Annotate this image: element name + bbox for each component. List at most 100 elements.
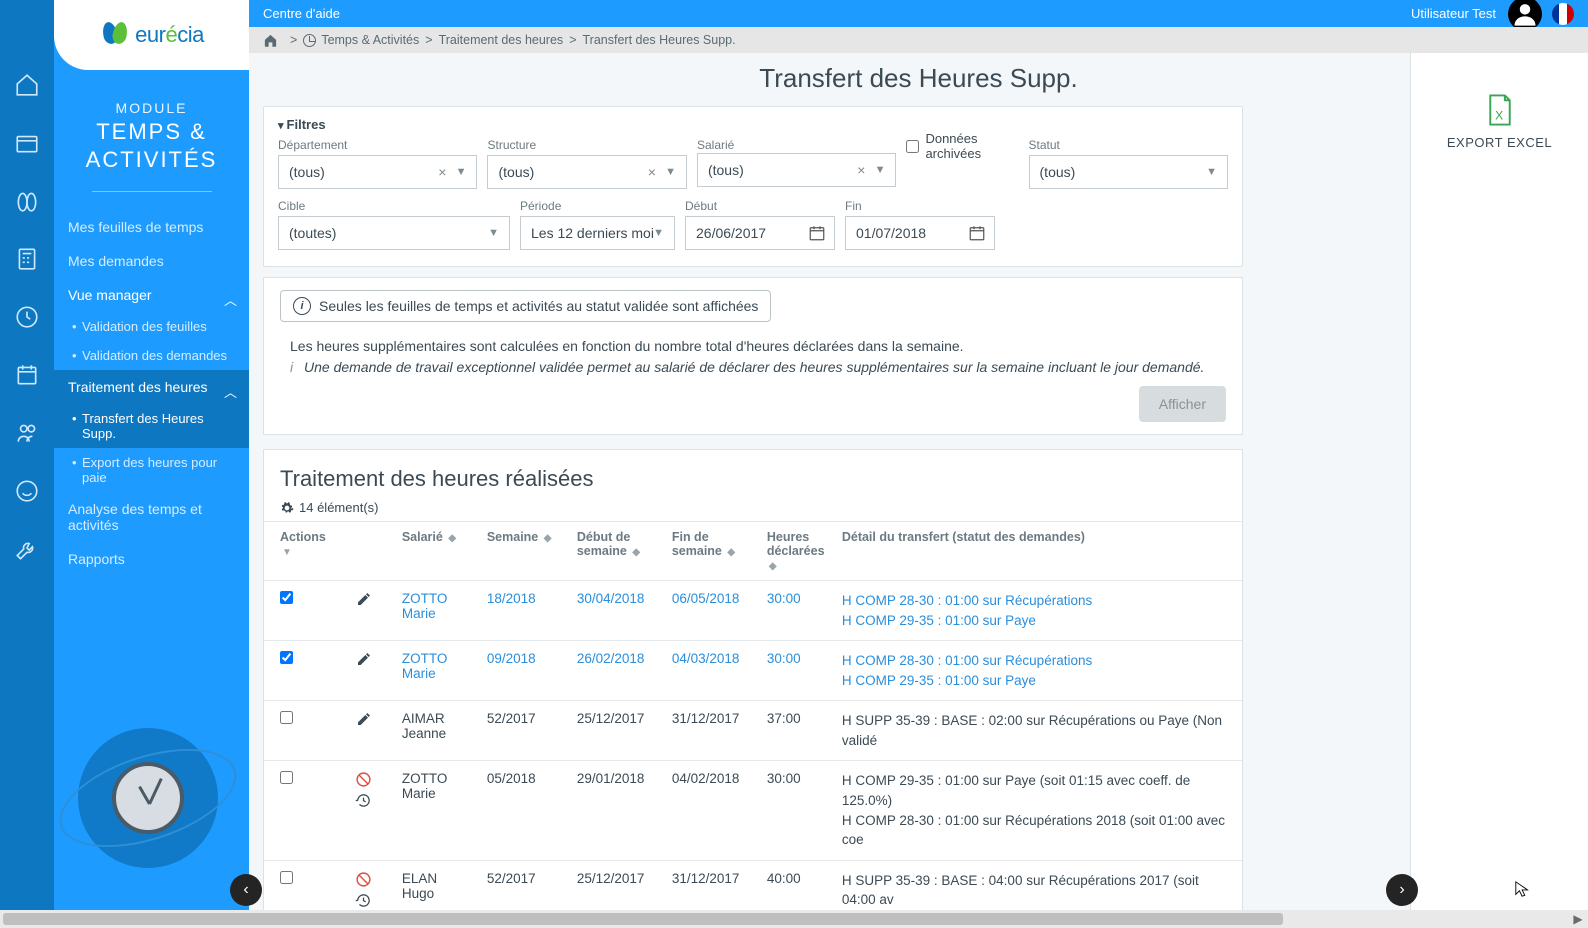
sidebar-item-feuilles[interactable]: Mes feuilles de temps <box>54 210 249 244</box>
calendar-icon[interactable] <box>808 224 826 242</box>
excel-icon[interactable]: X <box>1485 93 1515 127</box>
cell-semaine: 52/2017 <box>479 701 569 761</box>
sidebar-item-analyse[interactable]: Analyse des temps et activités <box>54 492 249 542</box>
sidebar-sub-valid-demandes[interactable]: Validation des demandes <box>54 341 249 370</box>
edit-icon[interactable] <box>356 651 372 667</box>
row-checkbox[interactable] <box>280 871 293 884</box>
cell-salarie[interactable]: ZOTTOMarie <box>394 641 479 701</box>
cell-detail: H SUPP 35-39 : BASE : 02:00 sur Récupéra… <box>834 701 1242 761</box>
cell-heures[interactable]: 30:00 <box>759 641 834 701</box>
select-cible[interactable]: (toutes)▼ <box>278 216 510 250</box>
chevron-down-icon[interactable]: ▼ <box>456 166 467 178</box>
cell-semaine[interactable]: 09/2018 <box>479 641 569 701</box>
select-structure[interactable]: (tous)×▼ <box>487 155 686 189</box>
scrollbar-thumb[interactable] <box>3 913 1283 925</box>
select-salarie[interactable]: (tous)×▼ <box>697 153 896 187</box>
edit-icon[interactable] <box>356 711 372 727</box>
sidebar-item-vue-manager[interactable]: Vue manager︿ <box>54 278 249 312</box>
sidebar-item-rapports[interactable]: Rapports <box>54 542 249 576</box>
row-checkbox[interactable] <box>280 591 293 604</box>
home-icon[interactable] <box>263 33 278 48</box>
module-label: MODULE <box>54 100 249 116</box>
rail-smile-icon[interactable] <box>12 476 42 506</box>
cell-fin[interactable]: 06/05/2018 <box>664 581 759 641</box>
filters-toggle[interactable]: Filtres <box>278 117 1228 132</box>
row-checkbox[interactable] <box>280 651 293 664</box>
clear-icon[interactable]: × <box>648 164 656 180</box>
page-title: Transfert des Heures Supp. <box>249 63 1588 94</box>
select-statut[interactable]: (tous)▼ <box>1029 155 1228 189</box>
cell-heures[interactable]: 30:00 <box>759 581 834 641</box>
cell-salarie: AIMARJeanne <box>394 701 479 761</box>
module-title: TEMPS &ACTIVITÉS <box>54 118 249 173</box>
sidebar-sub-transfert[interactable]: Transfert des Heures Supp. <box>54 404 249 448</box>
th-fin[interactable]: Fin de semaine ◆ <box>664 522 759 581</box>
chevron-up-icon: ︿ <box>224 290 237 309</box>
rail-calculator-icon[interactable] <box>12 244 42 274</box>
cell-fin: 04/02/2018 <box>664 761 759 860</box>
cell-detail: H SUPP 35-39 : BASE : 04:00 sur Récupéra… <box>834 860 1242 910</box>
forbid-icon[interactable] <box>355 771 372 788</box>
bc-lvl1[interactable]: Temps & Activités <box>321 33 419 47</box>
cell-fin[interactable]: 04/03/2018 <box>664 641 759 701</box>
avatar[interactable] <box>1508 0 1542 31</box>
scroll-arrow-right-icon[interactable]: ▶ <box>1570 911 1586 927</box>
clear-icon[interactable]: × <box>438 164 446 180</box>
logo[interactable]: eurécia <box>54 0 249 70</box>
rail-calendar-icon[interactable] <box>12 360 42 390</box>
collapse-sidebar-button[interactable]: ‹ <box>230 874 262 906</box>
input-debut[interactable]: 26/06/2017 <box>685 216 835 250</box>
cell-salarie[interactable]: ZOTTOMarie <box>394 581 479 641</box>
chevron-down-icon[interactable]: ▼ <box>488 227 499 239</box>
checkbox-archived[interactable] <box>906 140 919 153</box>
row-checkbox[interactable] <box>280 711 293 724</box>
table-row: AIMARJeanne52/201725/12/201731/12/201737… <box>264 701 1242 761</box>
cell-debut: 25/12/2017 <box>569 701 664 761</box>
sidebar-sub-valid-feuilles[interactable]: Validation des feuilles <box>54 312 249 341</box>
select-departement[interactable]: (tous)×▼ <box>278 155 477 189</box>
chevron-down-icon[interactable]: ▼ <box>875 164 886 176</box>
export-excel-button[interactable]: EXPORT EXCEL <box>1447 135 1552 150</box>
rail-clock-icon[interactable] <box>12 302 42 332</box>
gear-icon[interactable] <box>280 501 294 515</box>
th-debut[interactable]: Début de semaine ◆ <box>569 522 664 581</box>
row-checkbox[interactable] <box>280 771 293 784</box>
sidebar-item-demandes[interactable]: Mes demandes <box>54 244 249 278</box>
rail-wrench-icon[interactable] <box>12 534 42 564</box>
help-link[interactable]: Centre d'aide <box>263 6 340 21</box>
forbid-icon[interactable] <box>355 871 372 888</box>
rail-people-icon[interactable] <box>12 418 42 448</box>
cell-heures: 37:00 <box>759 701 834 761</box>
rail-folder-icon[interactable] <box>12 128 42 158</box>
bc-lvl2[interactable]: Traitement des heures <box>439 33 564 47</box>
history-icon[interactable] <box>355 792 372 809</box>
cell-semaine[interactable]: 18/2018 <box>479 581 569 641</box>
sidebar-item-traitement[interactable]: Traitement des heures︿ <box>54 370 249 404</box>
cell-debut[interactable]: 30/04/2018 <box>569 581 664 641</box>
calendar-icon[interactable] <box>968 224 986 242</box>
label-debut: Début <box>685 199 835 213</box>
horizontal-scrollbar[interactable]: ▶ <box>0 910 1588 928</box>
chevron-down-icon[interactable]: ▼ <box>653 227 664 239</box>
history-icon[interactable] <box>355 892 372 909</box>
cell-fin: 31/12/2017 <box>664 860 759 910</box>
sidebar-sub-export-paie[interactable]: Export des heures pour paie <box>54 448 249 492</box>
th-heures[interactable]: Heures déclarées◆ <box>759 522 834 581</box>
chevron-down-icon[interactable]: ▼ <box>665 166 676 178</box>
rail-home-icon[interactable] <box>12 70 42 100</box>
cell-debut[interactable]: 26/02/2018 <box>569 641 664 701</box>
rail-flipflop-icon[interactable] <box>12 186 42 216</box>
edit-icon[interactable] <box>356 591 372 607</box>
cell-salarie: ZOTTOMarie <box>394 761 479 860</box>
clear-icon[interactable]: × <box>857 162 865 178</box>
afficher-button[interactable]: Afficher <box>1139 386 1226 422</box>
th-semaine[interactable]: Semaine ◆ <box>479 522 569 581</box>
chevron-down-icon[interactable]: ▼ <box>1206 166 1217 178</box>
th-salarie[interactable]: Salarié ◆ <box>394 522 479 581</box>
input-fin[interactable]: 01/07/2018 <box>845 216 995 250</box>
language-flag-icon[interactable] <box>1552 3 1574 25</box>
main: Transfert des Heures Supp. Filtres Dépar… <box>249 53 1588 910</box>
th-actions[interactable]: Actions ▼ <box>264 522 334 581</box>
select-periode[interactable]: Les 12 derniers moi▼ <box>520 216 675 250</box>
scroll-right-button[interactable]: › <box>1386 874 1418 906</box>
